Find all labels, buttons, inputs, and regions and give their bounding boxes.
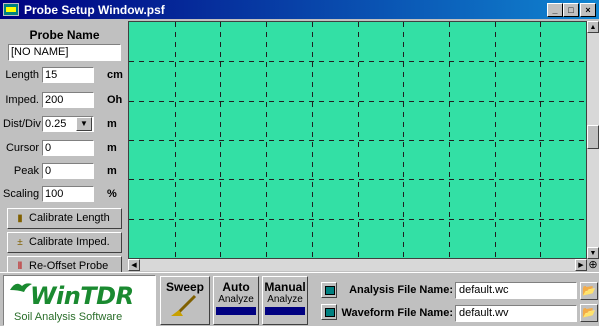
window-title: Probe Setup Window.psf — [24, 3, 165, 17]
probe-settings-panel: Probe Name [NO NAME] Length 15 cm Imped.… — [3, 22, 126, 277]
auto-title: Auto — [222, 280, 250, 294]
waveform-file-label: Waveform File Name: — [341, 307, 453, 319]
waveform-file-input[interactable]: default.wv — [455, 305, 577, 322]
reoffset-probe-label: Re-Offset Probe — [29, 260, 109, 272]
auto-indicator-icon — [216, 307, 256, 315]
probe-name-label: Probe Name — [29, 28, 100, 42]
probe-name-input[interactable]: [NO NAME] — [8, 44, 121, 61]
sweep-button[interactable]: Sweep — [160, 276, 210, 325]
calibrate-length-label: Calibrate Length — [29, 212, 110, 224]
vertical-scrollbar[interactable]: ▲ ▼ — [587, 21, 599, 259]
logo-tagline: Soil Analysis Software — [14, 311, 123, 323]
calibrate-imped-button[interactable]: ± Calibrate Imped. — [7, 232, 122, 253]
cursor-label: Cursor — [5, 142, 39, 154]
imped-label: Imped. — [5, 94, 39, 106]
ruler-icon: ▮ — [17, 213, 23, 224]
distdiv-value: 0.25 — [45, 118, 67, 130]
distdiv-unit: m — [107, 118, 117, 130]
wintdr-logo: WinTDR Soil Analysis Software — [3, 275, 156, 326]
waveform-folder-open-icon[interactable]: 📂 — [580, 304, 598, 322]
plot-grid — [129, 22, 586, 258]
chevron-down-icon[interactable]: ▼ — [76, 117, 92, 131]
cursor-input[interactable]: 0 — [42, 140, 94, 156]
analysis-file-label: Analysis File Name: — [349, 284, 453, 296]
auto-analyze-button[interactable]: Auto Analyze — [213, 276, 259, 325]
bottom-toolbar: WinTDR Soil Analysis Software Sweep Auto… — [0, 272, 599, 326]
broom-icon — [171, 294, 197, 316]
minimize-button[interactable]: _ — [547, 3, 563, 17]
auto-sub: Analyze — [218, 294, 254, 305]
manual-sub: Analyze — [267, 294, 303, 305]
peak-input[interactable]: 0 — [42, 163, 94, 179]
maximize-button[interactable]: □ — [563, 3, 579, 17]
length-label: Length — [5, 69, 39, 81]
title-bar: Probe Setup Window.psf _ □ × — [0, 0, 599, 19]
waveform-file-icon[interactable] — [321, 304, 337, 320]
scaling-label: Scaling — [3, 188, 40, 200]
impedance-icon: ± — [17, 237, 23, 248]
calibrate-imped-label: Calibrate Imped. — [29, 236, 110, 248]
imped-input[interactable]: 200 — [42, 92, 94, 108]
peak-unit: m — [107, 165, 117, 177]
peak-label: Peak — [13, 165, 39, 177]
sweep-label: Sweep — [165, 280, 204, 294]
scaling-unit: % — [107, 188, 117, 200]
length-unit: cm — [107, 69, 123, 81]
close-button[interactable]: × — [580, 3, 596, 17]
logo-brand: WinTDR — [30, 282, 134, 310]
imped-unit: Oh — [107, 94, 123, 106]
manual-analyze-button[interactable]: Manual Analyze — [262, 276, 308, 325]
analysis-folder-open-icon[interactable]: 📂 — [580, 282, 598, 300]
manual-indicator-icon — [265, 307, 305, 315]
analysis-file-input[interactable]: default.wc — [455, 282, 577, 299]
waveform-plot[interactable] — [128, 21, 587, 259]
vertical-scroll-thumb[interactable] — [587, 125, 599, 149]
scroll-left-icon[interactable]: ◀ — [128, 259, 140, 271]
calibrate-length-button[interactable]: ▮ Calibrate Length — [7, 208, 122, 229]
horizontal-scrollbar[interactable]: ◀ ▶ — [128, 259, 587, 271]
app-icon — [3, 3, 19, 16]
length-input[interactable]: 15 — [42, 67, 94, 83]
manual-title: Manual — [264, 280, 306, 294]
scroll-up-icon[interactable]: ▲ — [587, 21, 599, 33]
scroll-right-icon[interactable]: ▶ — [575, 259, 587, 271]
crosshair-icon[interactable]: ⊕ — [587, 259, 599, 271]
scroll-down-icon[interactable]: ▼ — [587, 247, 599, 259]
analysis-file-icon[interactable] — [321, 282, 337, 298]
cursor-unit: m — [107, 142, 117, 154]
scaling-input[interactable]: 100 — [42, 186, 94, 202]
distdiv-label: Dist/Div — [3, 118, 41, 130]
